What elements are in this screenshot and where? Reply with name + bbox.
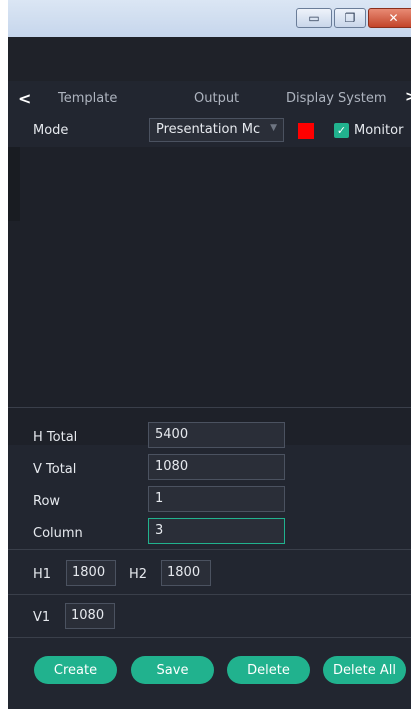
v-total-input[interactable]: 1080 [148, 454, 285, 480]
v-total-label: V Total [33, 462, 77, 477]
mode-label: Mode [33, 123, 69, 138]
row-row: Row 1 [8, 486, 411, 516]
create-button[interactable]: Create [34, 656, 117, 684]
h1-label: H1 [33, 567, 52, 582]
row-input[interactable]: 1 [148, 486, 285, 512]
minimize-button[interactable]: ▭ [296, 8, 332, 28]
monitor-label: Monitor [354, 123, 404, 138]
color-swatch[interactable] [298, 123, 314, 139]
close-button[interactable]: ✕ [368, 8, 411, 28]
divider [8, 594, 411, 595]
h-total-label: H Total [33, 430, 78, 445]
h1-input[interactable]: 1800 [66, 560, 116, 586]
window-titlebar: ▭ ❐ ✕ [0, 0, 411, 37]
canvas-side-strip [8, 147, 20, 221]
maximize-icon: ❐ [344, 11, 356, 25]
chevron-down-icon: ▼ [270, 123, 277, 133]
checkmark-icon: ✓ [336, 124, 347, 137]
chevron-right-icon[interactable]: > [405, 89, 411, 105]
h2-input[interactable]: 1800 [161, 560, 211, 586]
column-label: Column [33, 526, 83, 541]
delete-all-button[interactable]: Delete All [323, 656, 406, 684]
save-button[interactable]: Save [131, 656, 214, 684]
maximize-button[interactable]: ❐ [334, 8, 366, 28]
app-panel: < Template Output Display System > Mode … [8, 37, 411, 709]
close-icon: ✕ [388, 11, 399, 25]
chevron-left-icon[interactable]: < [18, 89, 31, 108]
divider [8, 407, 411, 408]
mode-select[interactable]: Presentation Mc ▼ [149, 118, 284, 142]
column-input[interactable]: 3 [148, 518, 285, 544]
mode-select-value: Presentation Mc [156, 122, 261, 137]
row-label: Row [33, 494, 61, 509]
minimize-icon: ▭ [308, 11, 320, 25]
h2-label: H2 [129, 567, 148, 582]
mode-row: Mode Presentation Mc ▼ ✓ Monitor [8, 117, 411, 145]
tab-output[interactable]: Output [194, 91, 239, 106]
tab-display-system[interactable]: Display System [286, 91, 387, 106]
v-total-row: V Total 1080 [8, 454, 411, 484]
v1-input[interactable]: 1080 [65, 603, 115, 629]
h-total-row: H Total 5400 [8, 422, 411, 452]
top-bar [8, 37, 411, 81]
layout-canvas[interactable] [8, 147, 411, 445]
divider [8, 637, 411, 638]
tab-template[interactable]: Template [58, 91, 117, 106]
delete-button[interactable]: Delete [227, 656, 310, 684]
h-total-input[interactable]: 5400 [148, 422, 285, 448]
monitor-checkbox[interactable]: ✓ [334, 123, 349, 138]
column-row: Column 3 [8, 518, 411, 548]
divider [8, 549, 411, 550]
v1-label: V1 [33, 610, 51, 625]
